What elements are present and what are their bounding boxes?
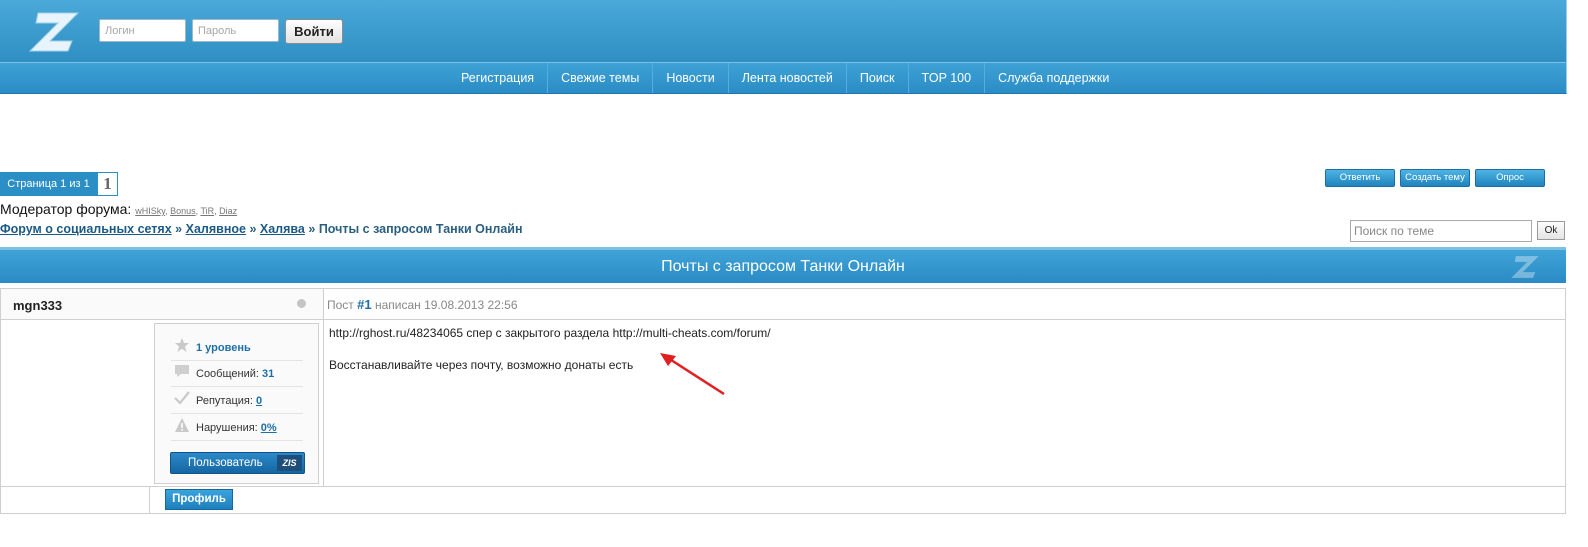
breadcrumb-separator: » (249, 222, 257, 236)
breadcrumb: Форум о социальных сетях » Халявное » Ха… (0, 222, 523, 236)
nav-item-news-feed[interactable]: Лента новостей (729, 63, 847, 93)
nav-item-news[interactable]: Новости (653, 63, 729, 93)
post-footer-left (1, 487, 150, 514)
reputation-label: Репутация: (196, 395, 253, 407)
post-author-info: 1 уровень Сообщений: 31 Репутация: 0 Нар… (1, 320, 324, 487)
topic-search-input[interactable] (1350, 220, 1532, 242)
post-body-line: Восстанавливайте через почту, возможно д… (329, 358, 634, 372)
post-meta-prefix: Пост (327, 298, 354, 312)
site-logo-icon[interactable] (28, 11, 80, 53)
new-topic-button[interactable]: Создать тему (1400, 169, 1470, 187)
nav-item-registration[interactable]: Регистрация (448, 63, 549, 93)
post-date: написан 19.08.2013 22:56 (374, 298, 518, 312)
speech-bubble-icon (175, 365, 189, 377)
breadcrumb-current: Почты с запросом Танки Онлайн (318, 222, 523, 236)
moderators-line: Модератор форума: wHISky, Bonus, TiR, Di… (0, 201, 238, 217)
warning-icon (175, 418, 189, 432)
post-author-cell: mgn333 (1, 289, 324, 320)
breadcrumb-link-forum[interactable]: Форум о социальных сетях (0, 222, 172, 236)
reply-button[interactable]: Ответить (1325, 169, 1395, 187)
user-card: 1 уровень Сообщений: 31 Репутация: 0 Нар… (154, 323, 319, 484)
violations-row: Нарушения: 0% (171, 414, 303, 441)
messages-row: Сообщений: 31 (171, 360, 303, 387)
pager-label: Страница 1 из 1 (0, 172, 97, 196)
breadcrumb-separator: » (308, 222, 316, 236)
topic-title: Почты с запросом Танки Онлайн (661, 258, 905, 275)
login-button[interactable]: Войти (285, 19, 343, 44)
user-level[interactable]: 1 уровень (196, 342, 251, 354)
post-meta: Пост #1 написан 19.08.2013 22:56 (324, 289, 1565, 320)
reputation-value[interactable]: 0 (256, 395, 262, 407)
topic-search-ok-button[interactable]: Ok (1537, 221, 1565, 240)
login-input[interactable] (99, 19, 186, 42)
profile-button[interactable]: Профиль (165, 489, 233, 510)
watermark-logo-icon (1511, 256, 1539, 278)
main-nav: Регистрация Свежие темы Новости Лента но… (0, 62, 1567, 94)
user-role-label: Пользователь (188, 457, 263, 469)
password-input[interactable] (192, 19, 279, 42)
post-body-line: http://rghost.ru/48234065 спер с закрыто… (329, 326, 771, 340)
violations-label: Нарушения: (196, 422, 258, 434)
site-header: Войти (0, 0, 1567, 62)
page-number-current[interactable]: 1 (97, 172, 118, 196)
post: mgn333 Пост #1 написан 19.08.2013 22:56 … (0, 288, 1566, 514)
offline-status-icon (297, 299, 306, 308)
breadcrumb-link-freebie[interactable]: Халява (260, 222, 305, 236)
breadcrumb-separator: » (175, 222, 183, 236)
moderator-link[interactable]: wHISky (135, 206, 165, 216)
moderator-link[interactable]: Bonus (170, 206, 196, 216)
checkmark-icon (174, 391, 190, 405)
nav-item-top100[interactable]: TOP 100 (909, 63, 986, 93)
post-body: http://rghost.ru/48234065 спер с закрыто… (324, 320, 1565, 487)
reputation-row: Репутация: 0 (171, 387, 303, 414)
nav-item-support[interactable]: Служба поддержки (985, 63, 1122, 93)
cut-off-footer-text (600, 533, 770, 547)
moderators-label: Модератор форума: (0, 201, 132, 217)
nav-item-fresh-topics[interactable]: Свежие темы (548, 63, 654, 93)
nav-item-search[interactable]: Поиск (847, 63, 909, 93)
moderator-link[interactable]: Diaz (219, 206, 237, 216)
topic-header: Почты с запросом Танки Онлайн (0, 247, 1566, 283)
violations-value[interactable]: 0% (261, 422, 277, 434)
messages-label: Сообщений: (196, 368, 259, 380)
author-name[interactable]: mgn333 (13, 298, 62, 313)
messages-count[interactable]: 31 (262, 368, 274, 380)
user-role-tag: ZIS (277, 455, 302, 471)
breadcrumb-link-freebies[interactable]: Халявное (186, 222, 246, 236)
red-arrow-annotation (660, 353, 725, 396)
star-icon (175, 338, 189, 352)
user-role-badge[interactable]: Пользователь ZIS (170, 452, 305, 474)
user-level-row: 1 уровень (171, 334, 303, 361)
post-number-link[interactable]: #1 (357, 297, 371, 312)
poll-button[interactable]: Опрос (1475, 169, 1545, 187)
moderator-link[interactable]: TiR (200, 206, 214, 216)
